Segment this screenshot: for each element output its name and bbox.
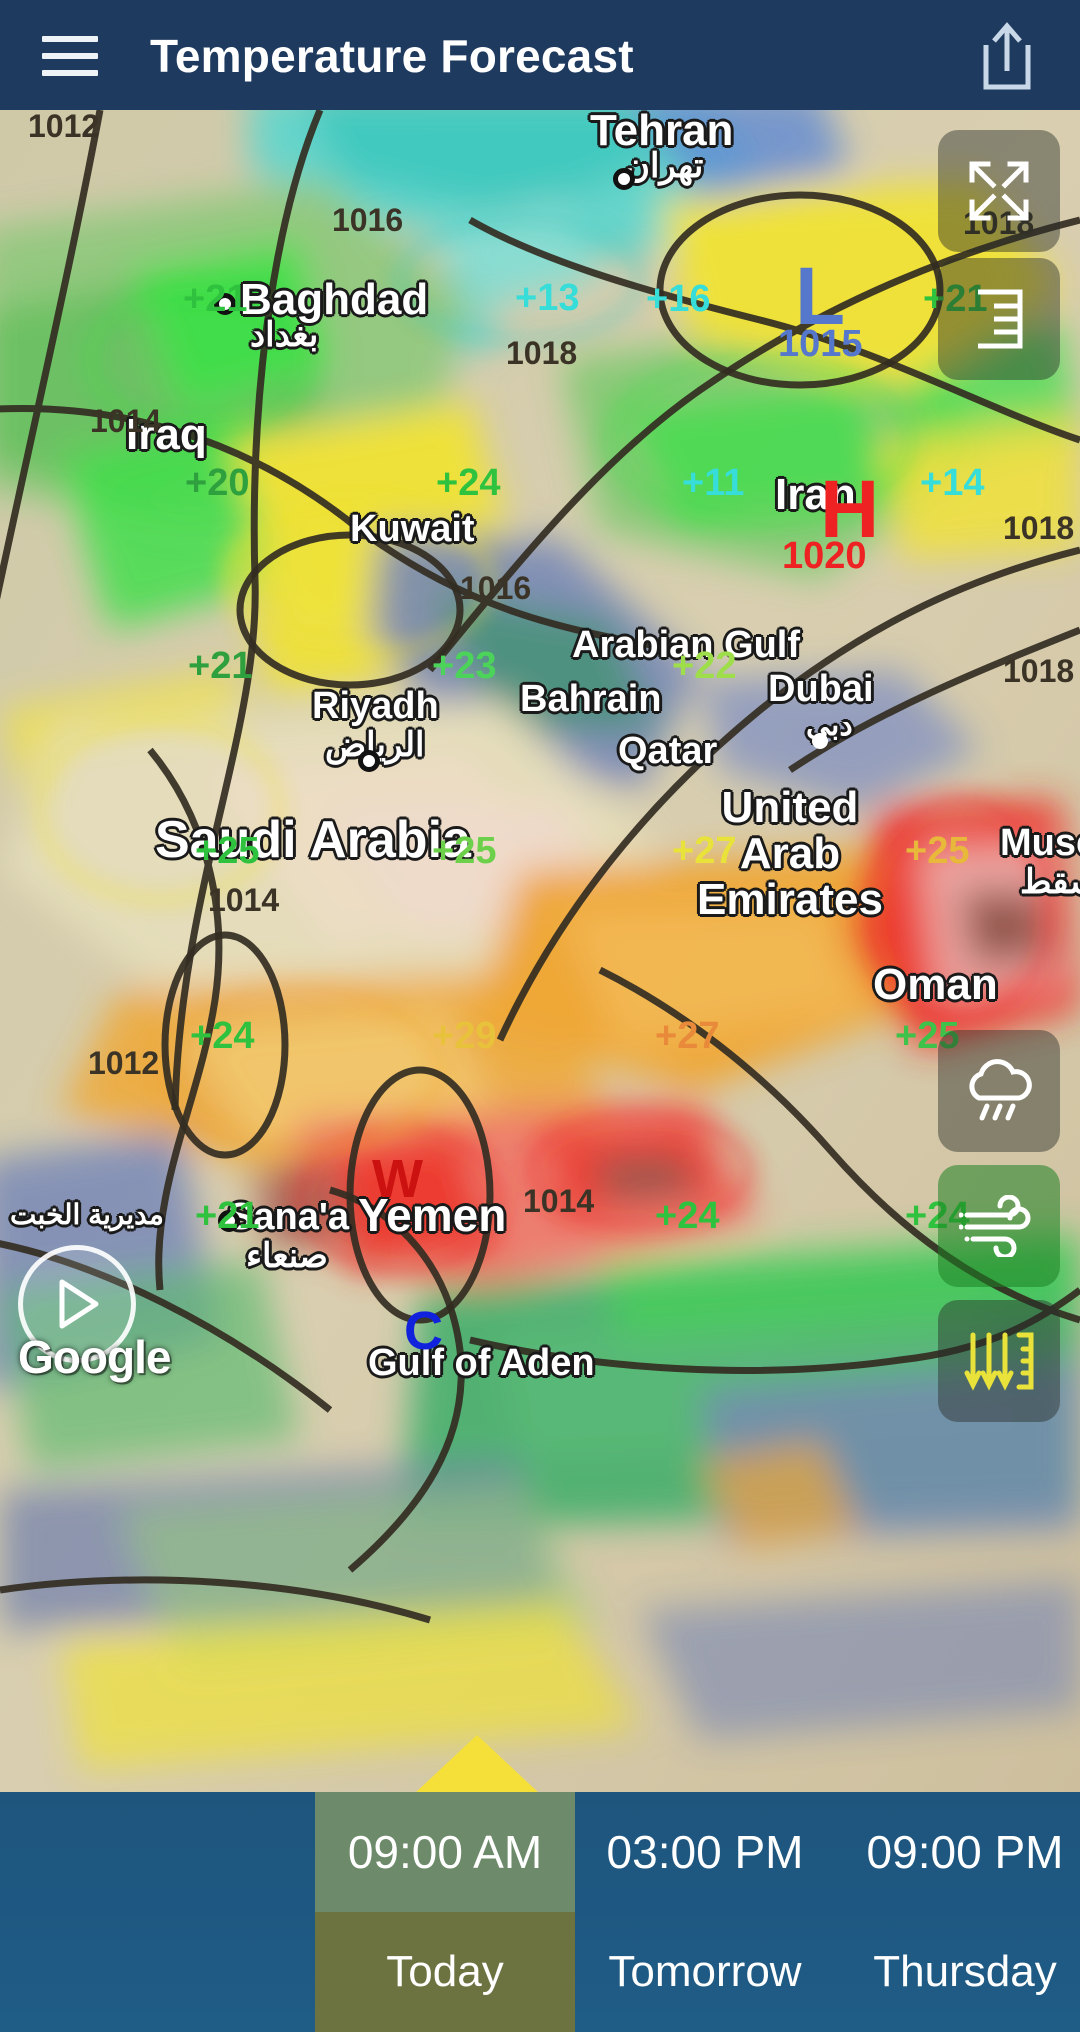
temperature-label: +13 [515,277,580,319]
isobar-label: 1018 [1003,653,1075,689]
hamburger-bar [42,70,98,76]
weather-map[interactable]: Iraq Iran Saudi Arabia United Arab Emira… [0,110,1080,1792]
temperature-label: +21 [188,645,253,687]
rain-cloud-icon [969,1059,1032,1121]
time-cell-selected[interactable]: 09:00 AM [315,1792,575,1912]
city-label-muscat-arabic: مسقط [1020,863,1080,901]
high-pressure-value: 1020 [782,535,867,577]
temp-layer-button[interactable] [938,1300,1060,1422]
temperature-label: +21 [195,1195,260,1237]
cold-front-marker: C [404,1301,443,1361]
rain-layer-button[interactable] [938,1030,1060,1152]
isobar-label: 1014 [208,882,280,918]
temperature-label: +20 [185,462,250,504]
city-marker [358,750,380,772]
temperature-label: +25 [432,830,497,872]
legend-button[interactable] [938,258,1060,380]
city-label-bahrain: Bahrain [520,678,662,720]
temperature-label: +14 [920,462,985,504]
temperature-label: +24 [655,1195,720,1237]
wind-layer-button[interactable] [938,1165,1060,1287]
day-row: Today Tomorrow Thursday [55,1912,1080,2032]
hamburger-bar [42,53,98,59]
water-label-gulf-of-aden: Gulf of Aden [368,1342,595,1384]
isobar-label: 1016 [332,202,404,238]
isobar-label: 1012 [28,110,100,144]
city-label-sanaa-arabic: صنعاء [246,1237,328,1275]
share-icon[interactable] [976,21,1038,91]
day-cell[interactable]: Thursday [835,1912,1080,2032]
temperature-label: +29 [432,1015,497,1057]
country-label: Oman [873,960,998,1009]
isobar-label: 1016 [460,570,532,606]
city-label-tehran-arabic: تهران [625,147,704,185]
warm-front-marker: W [372,1149,423,1209]
scale-legend-icon [978,289,1023,349]
low-pressure-value: 1015 [778,323,863,365]
isobar-label: 1012 [88,1045,160,1081]
temperature-label: +11 [682,462,745,504]
play-icon [59,1279,99,1329]
isobar-label: 1018 [1003,510,1075,546]
temperature-label: +23 [432,645,497,687]
place-label-arabic: مديرية الخبت [10,1199,164,1230]
isobar-label: 1014 [90,403,162,439]
city-label-baghdad-arabic: بغداد [250,316,319,354]
day-cell-selected[interactable]: Today [315,1912,575,2032]
temperature-label: +22 [672,645,737,687]
temperature-label: +24 [436,462,501,504]
temperature-label: +27 [672,830,737,872]
time-cell[interactable]: 09:00 PM [835,1792,1080,1912]
city-label-riyadh: Riyadh [312,685,439,727]
time-row: 09:00 AM 03:00 PM 09:00 PM [55,1792,1080,1912]
temperature-label: +25 [195,830,260,872]
expand-arrows-icon [969,161,1029,221]
day-cell[interactable] [55,1912,315,2032]
day-cell[interactable]: Tomorrow [575,1912,835,2032]
google-attribution: Google [18,1331,171,1383]
page-title: Temperature Forecast [150,30,634,82]
city-label-qatar: Qatar [618,730,718,772]
hamburger-menu-icon[interactable] [42,36,98,76]
temperature-label: +27 [655,1015,720,1057]
fullscreen-button[interactable] [938,130,1060,252]
temperature-icon [964,1332,1034,1391]
temperature-label: +16 [646,278,711,320]
city-marker [613,168,635,190]
temperature-label: +25 [905,830,970,872]
forecast-timeline[interactable]: 09:00 AM 03:00 PM 09:00 PM Today Tomorro… [0,1792,1080,2032]
time-cell[interactable]: 03:00 PM [575,1792,835,1912]
temperature-label: +24 [190,1015,255,1057]
app-header: Temperature Forecast [0,0,1080,112]
time-cell[interactable] [55,1792,315,1912]
city-label-kuwait: Kuwait [350,508,475,550]
hamburger-bar [42,36,98,42]
city-marker [812,733,828,749]
timeline-selection-marker [415,1735,539,1792]
city-label-muscat: Muscat [1000,822,1080,864]
isobar-label: 1018 [506,335,578,371]
wind-icon [959,1195,1031,1257]
city-label-dubai: Dubai [768,668,874,710]
isobar-label: 1014 [523,1183,595,1219]
temperature-label: +21 [183,278,248,320]
